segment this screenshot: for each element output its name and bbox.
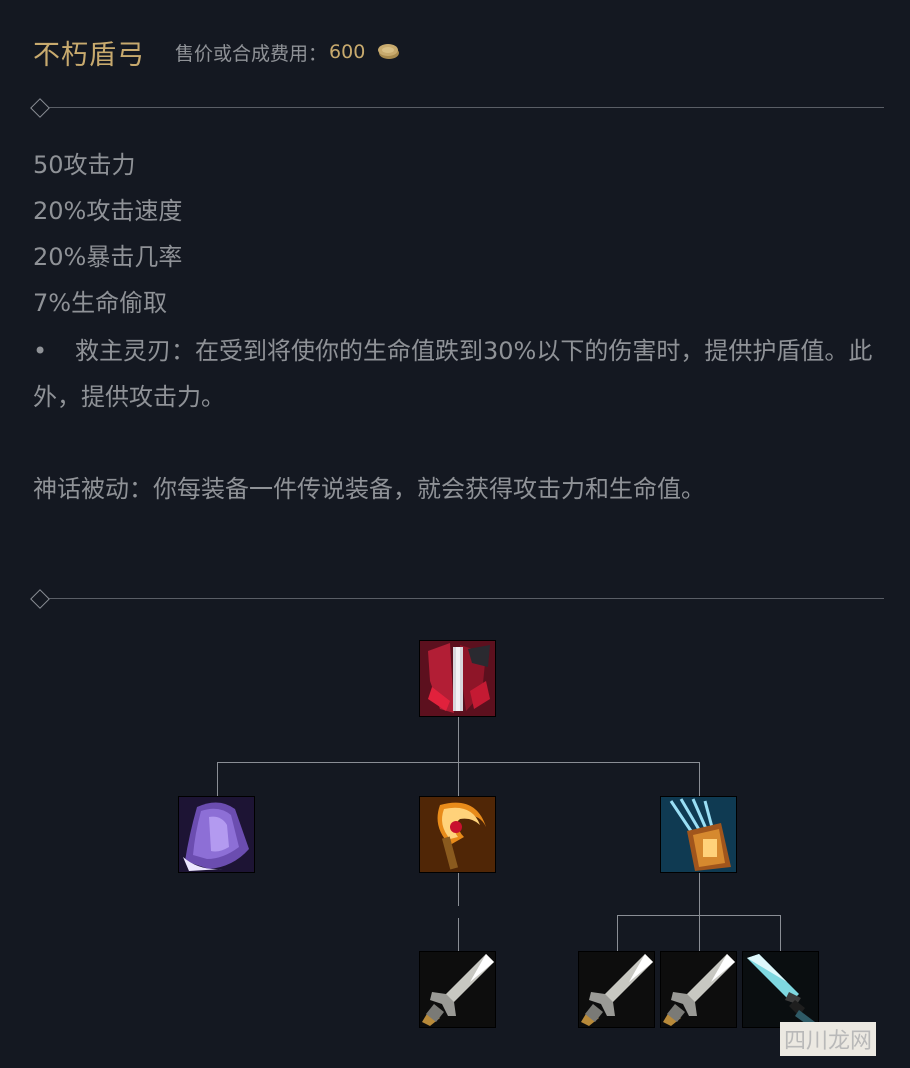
long-sword-icon[interactable] [579,952,654,1027]
build-tree [0,0,910,1068]
vampiric-scepter-icon[interactable] [420,797,495,872]
watermark: 四川龙网 [780,1022,877,1056]
long-sword-icon[interactable] [661,952,736,1027]
cloak-icon[interactable] [179,797,254,872]
long-sword-icon[interactable] [420,952,495,1027]
dagger-icon[interactable] [743,952,818,1027]
noonquiver-icon[interactable] [661,797,736,872]
immortal-shieldbow-icon[interactable] [420,641,495,716]
watermark-text: 四川龙网 [784,1029,873,1054]
